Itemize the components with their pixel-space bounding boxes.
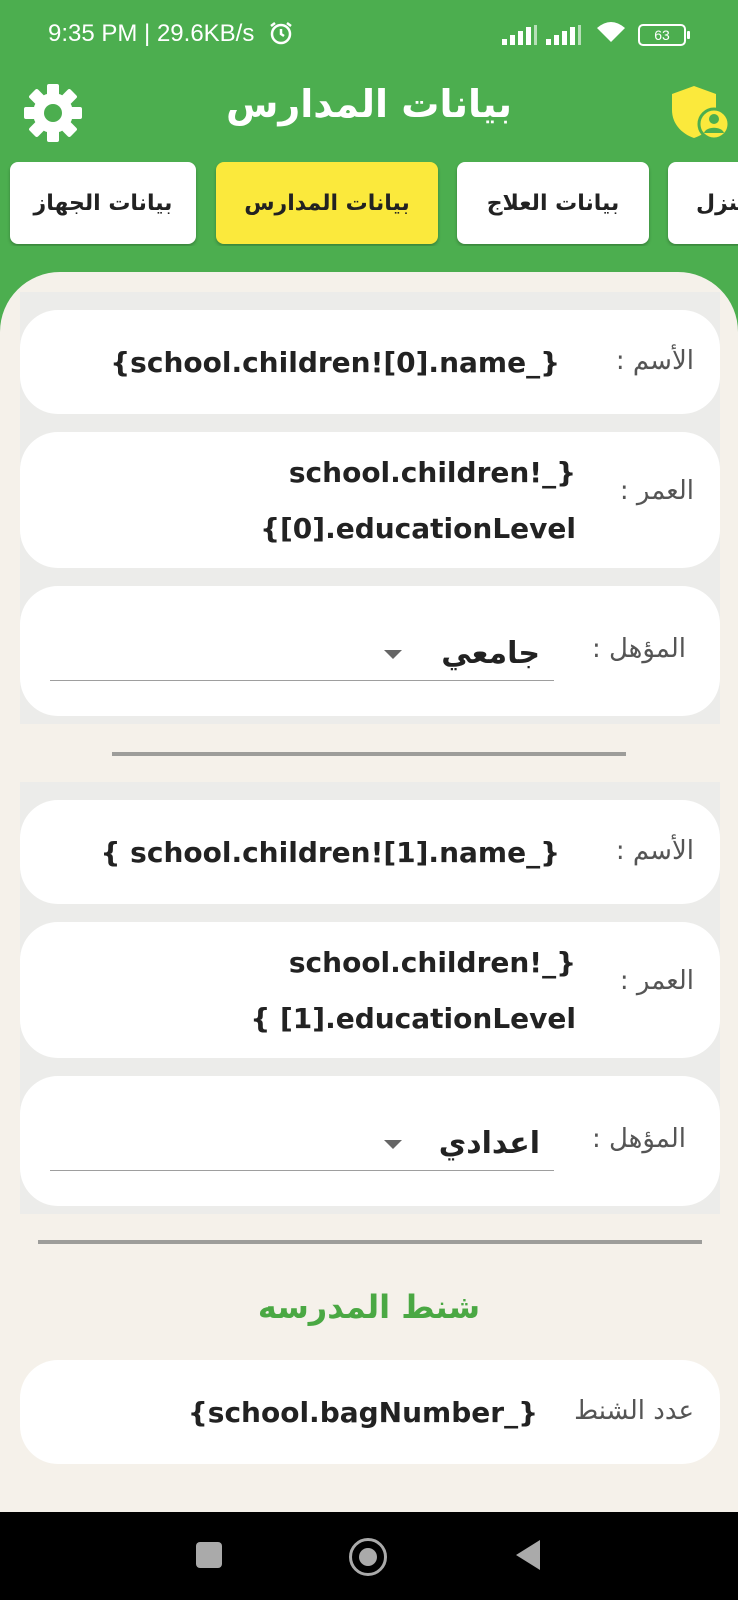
name-card: الأسم : {school.children![0].name_} <box>20 310 720 414</box>
qualification-card: المؤهل : اعدادي <box>20 1076 720 1206</box>
home-icon[interactable] <box>349 1538 387 1576</box>
qualification-value: جامعي <box>441 636 540 671</box>
section-divider <box>112 752 626 756</box>
status-time: 9:35 PM | 29.6KB/s <box>48 20 255 47</box>
recent-apps-icon[interactable] <box>196 1542 222 1568</box>
name-value: {school.children![0].name_} <box>110 346 560 379</box>
age-label: العمر : <box>619 476 694 506</box>
section-divider <box>38 1240 702 1244</box>
tab-device-data[interactable]: بيانات الجهاز <box>10 162 196 244</box>
chevron-down-icon <box>384 650 402 659</box>
name-label: الأسم : <box>615 346 694 376</box>
age-value-line2: { [1].educationLevel <box>250 1002 576 1035</box>
signal-icon <box>502 24 538 52</box>
qualification-value: اعدادي <box>438 1126 540 1161</box>
chevron-down-icon <box>384 1140 402 1149</box>
age-label: العمر : <box>619 966 694 996</box>
name-value: { school.children![1].name_} <box>100 836 561 869</box>
battery-indicator: 63 <box>638 24 690 46</box>
age-value-line1: school.children!_} <box>288 946 576 979</box>
age-value-line2: {[0].educationLevel <box>260 512 576 545</box>
age-value-line1: school.children!_} <box>288 456 576 489</box>
status-bar: 9:35 PM | 29.6KB/s 63 <box>0 0 738 68</box>
name-label: الأسم : <box>615 836 694 866</box>
back-icon[interactable] <box>516 1540 540 1570</box>
shield-user-icon[interactable] <box>668 82 731 144</box>
name-card: الأسم : { school.children![1].name_} <box>20 800 720 904</box>
tab-label: بيانات المدارس <box>244 190 410 216</box>
tab-label: بيانات العلاج <box>486 190 620 216</box>
child-panel: الأسم : {school.children![0].name_} العم… <box>20 292 720 724</box>
bags-section-title: شنط المدرسه <box>257 1288 481 1326</box>
bag-count-card: عدد الشنط {school.bagNumber_} <box>20 1360 720 1464</box>
app-bar: بيانات المدارس <box>0 68 738 152</box>
gear-icon[interactable] <box>22 82 84 144</box>
qualification-card: المؤهل : جامعي <box>20 586 720 716</box>
tab-treatment-data[interactable]: بيانات العلاج <box>457 162 649 244</box>
page-title: بيانات المدارس <box>225 82 513 126</box>
bag-count-value: {school.bagNumber_} <box>187 1396 538 1429</box>
tab-schools-data[interactable]: بيانات المدارس <box>216 162 438 244</box>
dropdown-underline <box>50 1170 554 1171</box>
content-area: الأسم : {school.children![0].name_} العم… <box>0 272 738 1512</box>
tab-label: بيانات الجهاز <box>33 190 173 216</box>
qualification-label: المؤهل : <box>591 634 686 664</box>
age-card: العمر : school.children!_} {[0].educatio… <box>20 432 720 568</box>
alarm-icon <box>268 20 294 53</box>
tab-home[interactable]: منزل <box>668 162 738 244</box>
age-card: العمر : school.children!_} { [1].educati… <box>20 922 720 1058</box>
bag-count-label: عدد الشنط <box>574 1396 694 1426</box>
signal-icon <box>546 24 582 52</box>
dropdown-underline <box>50 680 554 681</box>
tab-bar: بيانات الجهاز بيانات المدارس بيانات العل… <box>0 162 738 246</box>
qualification-label: المؤهل : <box>591 1124 686 1154</box>
wifi-icon <box>596 20 626 51</box>
child-panel: الأسم : { school.children![1].name_} الع… <box>20 782 720 1214</box>
tab-label: منزل <box>696 190 738 216</box>
